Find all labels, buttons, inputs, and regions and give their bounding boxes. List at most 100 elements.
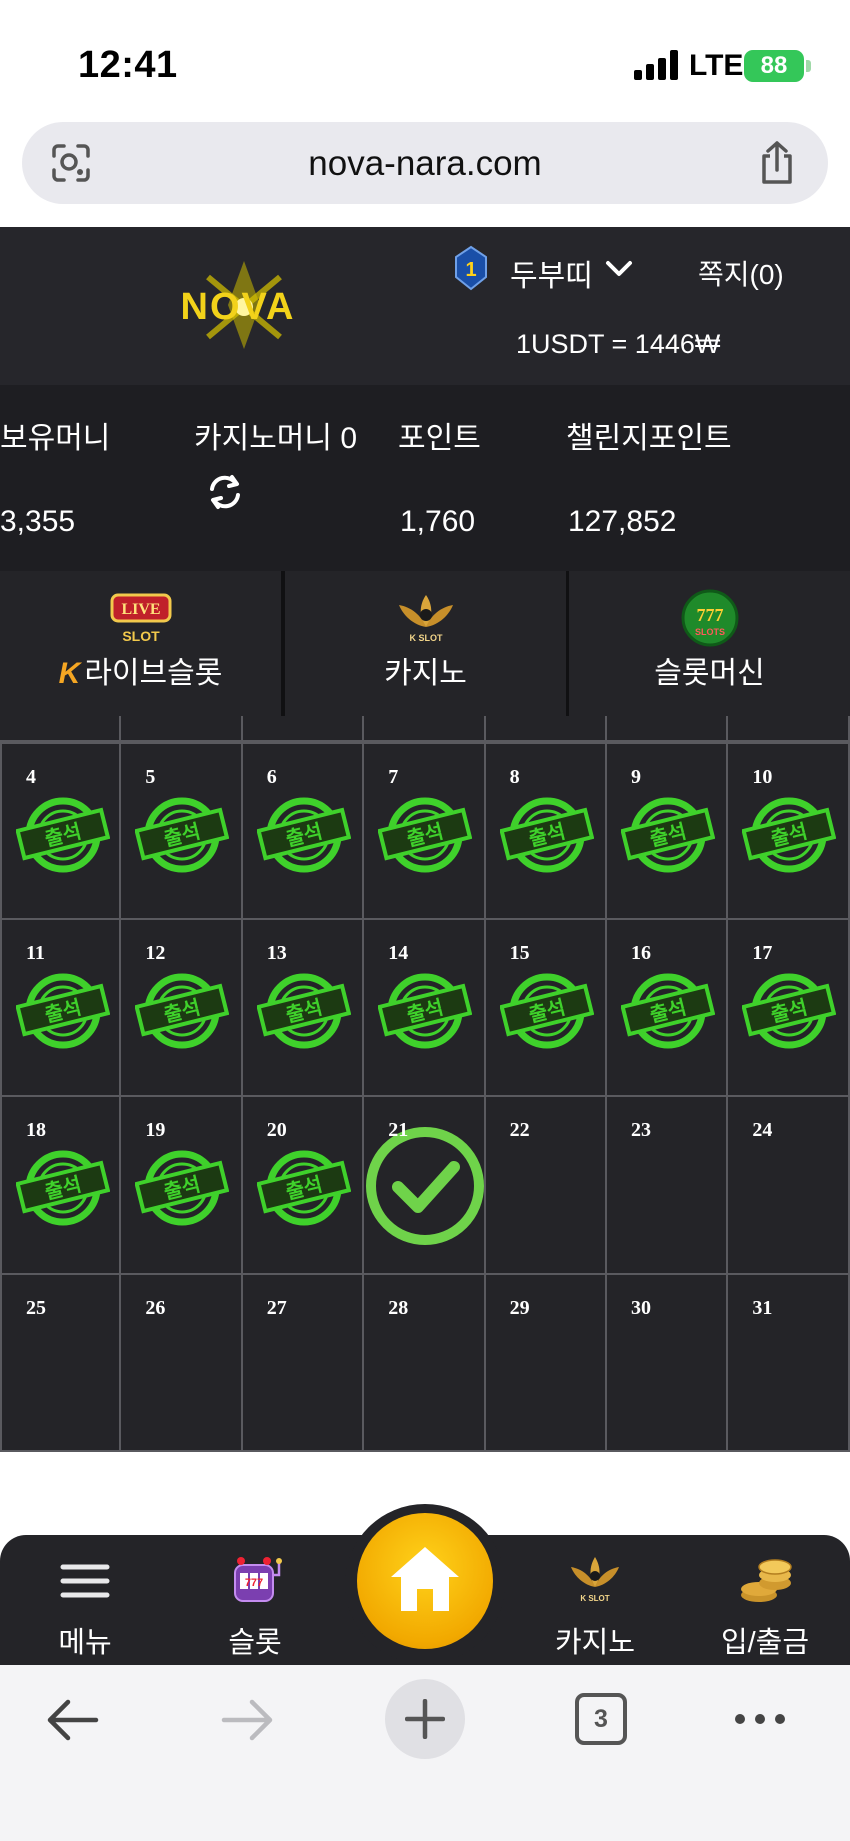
calendar-day-number: 26 xyxy=(145,1296,166,1319)
exchange-rate: 1USDT = 1446₩ xyxy=(516,329,721,359)
calendar-cell-partial xyxy=(728,716,850,742)
777-slots-icon: 777 SLOTS xyxy=(681,589,738,647)
calendar-day-number: 18 xyxy=(26,1119,46,1141)
money-value: 3,355 xyxy=(0,505,76,538)
attendance-stamp-icon: 출석 xyxy=(256,1150,351,1226)
nav-label-casino: 카지노 xyxy=(554,1627,636,1659)
calendar-day-number: 28 xyxy=(388,1296,409,1319)
nova-logo[interactable]: NOVA xyxy=(148,257,328,353)
calendar-day-number: 13 xyxy=(266,941,287,964)
calendar-day-19: 출석 19 xyxy=(121,1097,243,1275)
calendar-day-10: 출석 10 xyxy=(728,742,850,920)
coins-icon xyxy=(741,1559,792,1602)
network-type: LTE xyxy=(689,49,744,82)
svg-text:K SLOT: K SLOT xyxy=(409,633,443,643)
point-value: 1,760 xyxy=(400,505,476,538)
tab-live-slot[interactable]: LIVE SLOT K 라이브슬롯 xyxy=(0,571,281,716)
svg-text:NOVA: NOVA xyxy=(181,286,296,328)
more-dots-icon[interactable] xyxy=(732,1709,788,1729)
money-label: 보유머니 xyxy=(0,422,111,455)
calendar-cell-partial xyxy=(242,716,365,742)
attendance-stamp-icon: 출석 xyxy=(499,797,594,873)
tab-casino[interactable]: K SLOT 카지노 xyxy=(285,571,566,716)
forward-arrow-icon[interactable] xyxy=(220,1697,276,1743)
calendar-day-number: 9 xyxy=(631,766,641,788)
calendar-day-18: 출석 18 xyxy=(0,1097,122,1275)
calendar-day-number: 24 xyxy=(752,1119,773,1141)
game-tabs: LIVE SLOT K 라이브슬롯 K SLOT 카지노 777 SLOTS 슬롯… xyxy=(0,571,850,716)
status-bar: 12:41 LTE 88 xyxy=(0,0,850,120)
svg-text:777: 777 xyxy=(696,605,723,625)
calendar-day-20: 출석 20 xyxy=(242,1097,365,1275)
tab-label-live-slot: 라이브슬롯 xyxy=(84,657,223,690)
attendance-stamp-icon: 출석 xyxy=(256,973,351,1048)
calendar-day-29: 29 xyxy=(485,1274,607,1452)
status-time: 12:41 xyxy=(78,44,178,86)
svg-text:SLOT: SLOT xyxy=(122,628,160,644)
svg-text:777: 777 xyxy=(245,1577,263,1589)
calendar-day-number: 6 xyxy=(266,766,277,788)
browser-toolbar: 3 xyxy=(0,1665,850,1841)
home-button[interactable] xyxy=(357,1513,493,1649)
tab-label-casino: 카지노 xyxy=(384,657,467,690)
calendar-cell-partial xyxy=(485,716,607,742)
calendar-cell-partial xyxy=(0,716,122,742)
username[interactable]: 두부띠 xyxy=(510,251,593,295)
calendar-day-6: 출석 6 xyxy=(242,742,365,920)
attendance-stamp-icon: 출석 xyxy=(16,1150,110,1226)
k-slot-lotus-icon: K SLOT xyxy=(571,1557,619,1603)
svg-text:SLOTS: SLOTS xyxy=(694,627,724,637)
calendar-day-7: 출석 7 xyxy=(364,742,486,920)
calendar-day-15: 출석 15 xyxy=(485,919,607,1097)
nav-label-deposit-withdraw: 입/출금 xyxy=(720,1627,810,1659)
calendar-day-number: 17 xyxy=(752,941,773,964)
calendar-day-number: 25 xyxy=(26,1296,46,1319)
svg-text:LIVE: LIVE xyxy=(121,601,160,618)
tab-label-slot-machine: 슬롯머신 xyxy=(654,657,765,690)
site-header: NOVA 1 두부띠 쪽지(0) 1USDT = 1446₩ xyxy=(0,227,850,385)
rank-badge-icon: 1 xyxy=(455,245,487,291)
calendar-day-14: 출석 14 xyxy=(364,919,486,1097)
calendar-day-number: 8 xyxy=(509,766,520,788)
calendar-day-25: 25 xyxy=(0,1274,122,1452)
refresh-icon[interactable] xyxy=(206,473,244,511)
calendar-day-28: 28 xyxy=(364,1274,486,1452)
nav-slot[interactable]: 777 슬롯 xyxy=(190,1535,320,1665)
url-text[interactable]: nova-nara.com xyxy=(22,144,828,184)
calendar-day-number: 4 xyxy=(26,766,36,788)
calendar-day-11: 출석 11 xyxy=(0,919,122,1097)
calendar-day-27: 27 xyxy=(242,1274,365,1452)
calendar-day-number: 10 xyxy=(752,766,773,788)
balance-panel: 보유머니 3,355 카지노머니 0 포인트 1,760 챌린지포인트 127,… xyxy=(0,385,850,571)
calendar-day-24: 24 xyxy=(728,1097,850,1275)
check-circle-icon xyxy=(366,1127,485,1245)
chevron-down-icon[interactable] xyxy=(604,257,634,281)
messages-link[interactable]: 쪽지(0) xyxy=(698,253,784,293)
attendance-calendar: 출석 4 출석 5 출석 6 출석 7 출석 8 출석 9 출석 10 출석 11 출석 12 출석 13 출석 14 출석… xyxy=(0,716,850,1452)
k-slot-lotus-icon: K SLOT xyxy=(398,595,453,643)
calendar-day-number: 11 xyxy=(26,941,45,964)
calendar-day-22: 22 xyxy=(485,1097,607,1275)
nav-deposit-withdraw[interactable]: 입/출금 xyxy=(700,1535,830,1665)
new-tab-button[interactable] xyxy=(385,1679,465,1759)
challenge-point-value: 127,852 xyxy=(568,505,677,538)
nav-menu[interactable]: 메뉴 xyxy=(20,1535,150,1665)
tab-count-button[interactable]: 3 xyxy=(575,1693,627,1745)
hamburger-menu-icon xyxy=(60,1564,110,1598)
calendar-day-21: 21 xyxy=(364,1097,486,1275)
calendar-day-9: 출석 9 xyxy=(607,742,729,920)
point-label: 포인트 xyxy=(398,422,481,455)
calendar-day-31: 31 xyxy=(728,1274,850,1452)
svg-text:1: 1 xyxy=(465,259,476,281)
tab-slot-machine[interactable]: 777 SLOTS 슬롯머신 xyxy=(569,571,850,716)
nav-casino[interactable]: K SLOT 카지노 xyxy=(530,1535,660,1665)
calendar-day-17: 출석 17 xyxy=(728,919,850,1097)
calendar-day-number: 31 xyxy=(752,1296,773,1319)
calendar-day-number: 27 xyxy=(266,1296,287,1319)
share-icon[interactable] xyxy=(756,140,798,186)
back-arrow-icon[interactable] xyxy=(44,1697,100,1743)
calendar-day-number: 29 xyxy=(509,1296,530,1319)
address-bar[interactable]: nova-nara.com xyxy=(22,122,828,204)
calendar-day-number: 12 xyxy=(145,941,166,964)
calendar-cell-partial xyxy=(121,716,243,742)
